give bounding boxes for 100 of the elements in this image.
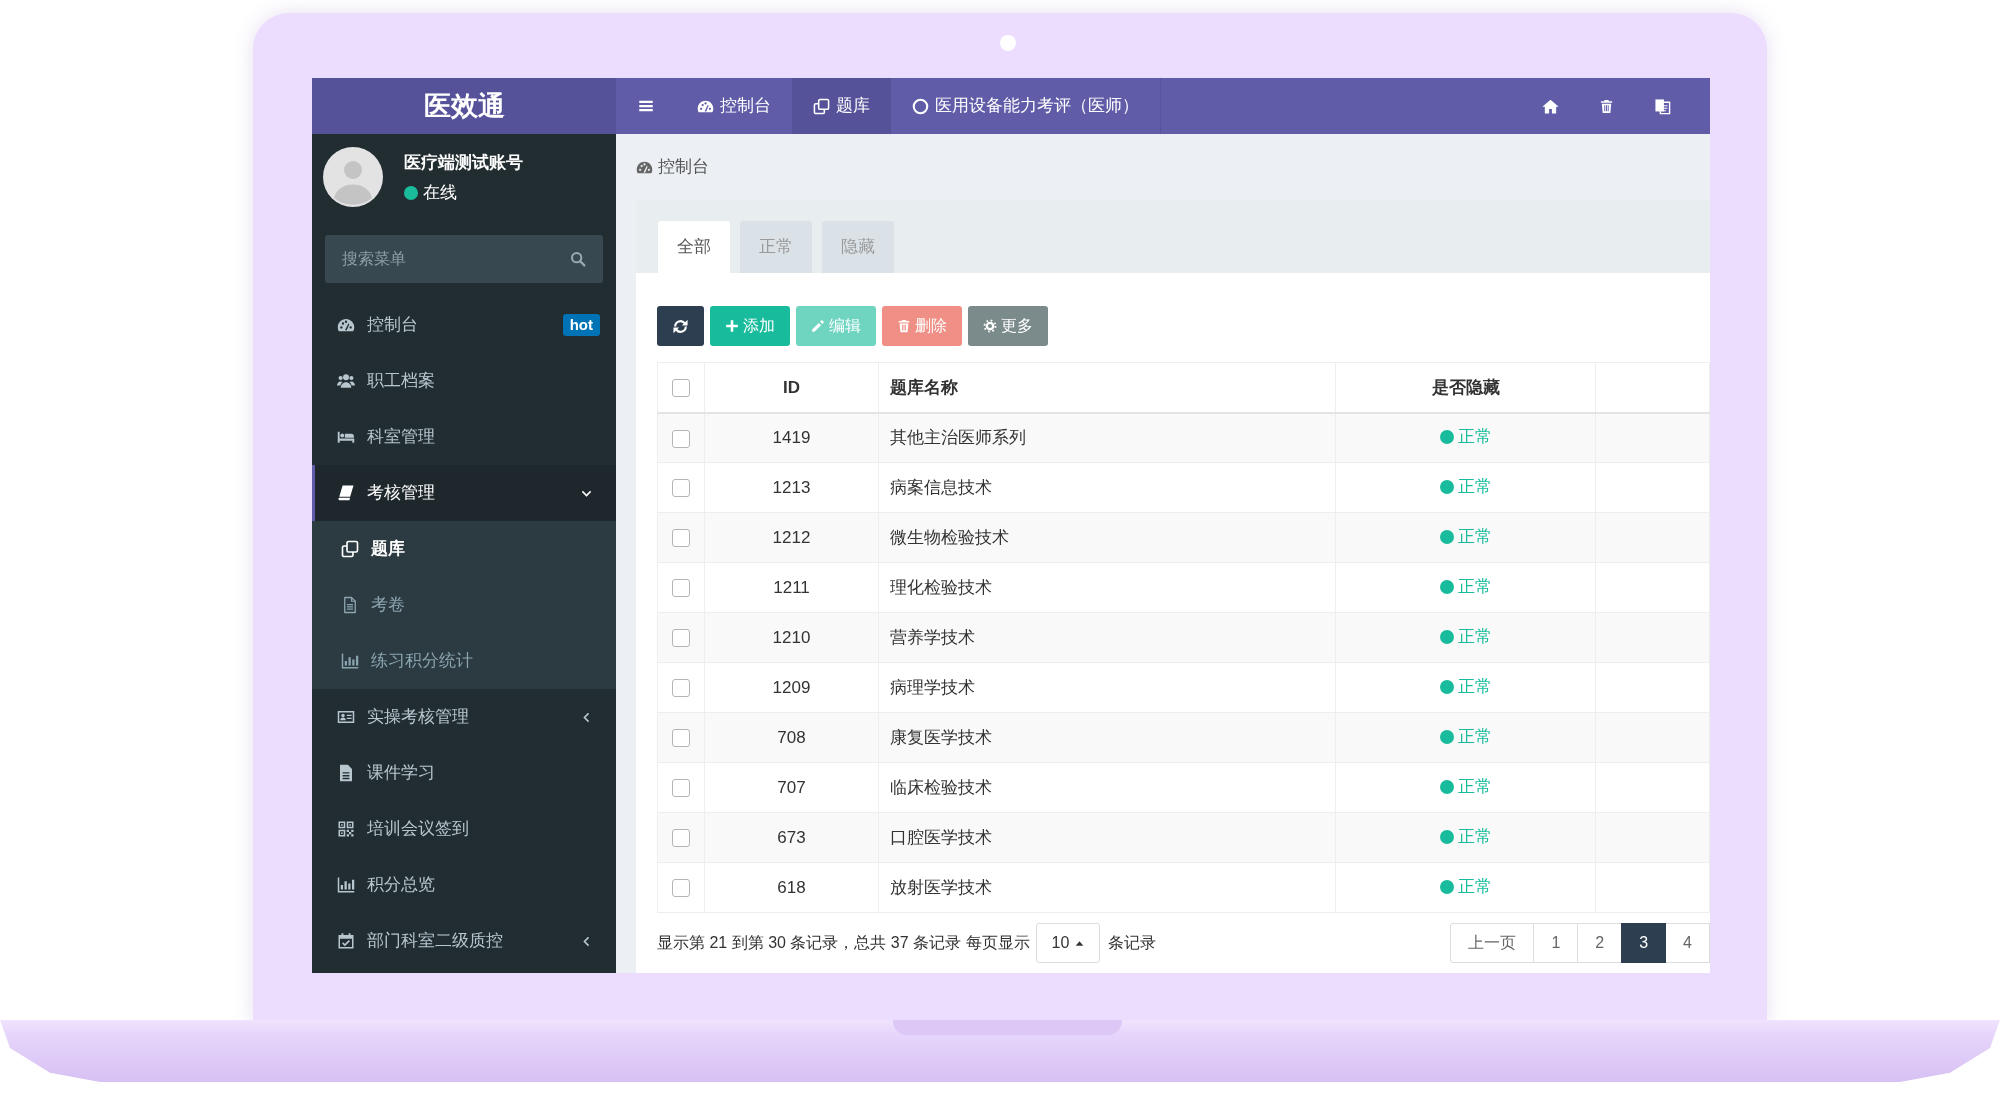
- status-text: 正常: [1457, 475, 1492, 498]
- table-cell: 1210: [704, 612, 879, 663]
- table-cell: 康复医学技术: [878, 712, 1336, 763]
- app-logo[interactable]: 医效通: [312, 78, 616, 134]
- user-status: 在线: [423, 182, 457, 204]
- table-row[interactable]: 1209 病理学技术 正常: [657, 662, 1710, 713]
- status-text: 正常: [1457, 525, 1492, 548]
- table-row[interactable]: 707 临床检验技术 正常: [657, 762, 1710, 813]
- table-cell: 其他主治医师系列: [878, 412, 1336, 463]
- caret-up-icon: [1075, 938, 1085, 948]
- status-text: 正常: [1457, 825, 1492, 848]
- trash-icon: [897, 319, 911, 333]
- sidebar-item[interactable]: 考核管理: [312, 465, 616, 521]
- table-cell: 营养学技术: [878, 612, 1336, 663]
- checkbox[interactable]: [672, 479, 690, 498]
- table-cell: 708: [704, 712, 879, 763]
- checkbox[interactable]: [672, 379, 690, 397]
- circle-icon: [912, 97, 929, 115]
- table-cell: 707: [704, 762, 879, 813]
- trash-icon[interactable]: [1598, 97, 1614, 115]
- checkbox[interactable]: [672, 629, 690, 648]
- page-button[interactable]: 4: [1665, 923, 1710, 963]
- table-row[interactable]: 1211 理化检验技术 正常: [657, 562, 1710, 613]
- status-text: 正常: [1457, 725, 1492, 748]
- page-button[interactable]: 2: [1577, 923, 1623, 963]
- table-row[interactable]: 673 口腔医学技术 正常: [657, 812, 1710, 863]
- user-name: 医疗端测试账号: [404, 152, 523, 174]
- refresh-icon: [672, 317, 689, 335]
- page-size-select[interactable]: 10: [1035, 923, 1101, 963]
- filter-tab[interactable]: 全部: [658, 221, 730, 273]
- qr-code-icon: [337, 820, 355, 838]
- table-cell: 1211: [704, 562, 879, 613]
- checkbox[interactable]: [672, 679, 690, 698]
- records-label: 条记录: [1108, 933, 1157, 953]
- plus-icon: [725, 319, 739, 333]
- bar-chart-icon: [337, 876, 355, 894]
- page-button[interactable]: 3: [1621, 923, 1667, 963]
- table-cell: 病理学技术: [878, 662, 1336, 713]
- status-text: 正常: [1457, 675, 1492, 698]
- avatar-icon: [323, 147, 383, 207]
- checkbox[interactable]: [672, 729, 690, 748]
- search-icon[interactable]: [570, 251, 586, 267]
- table-cell: 618: [704, 862, 879, 913]
- column-header[interactable]: 是否隐藏: [1335, 362, 1596, 413]
- nav-tab[interactable]: 题库: [792, 78, 891, 134]
- id-card-icon: [337, 708, 355, 726]
- record-summary: 显示第 21 到第 30 条记录，总共 37 条记录 每页显示: [657, 933, 1030, 953]
- sidebar-subitem[interactable]: 练习积分统计: [312, 633, 616, 689]
- table-row[interactable]: 1213 病案信息技术 正常: [657, 462, 1710, 513]
- table-cell: 病案信息技术: [878, 462, 1336, 513]
- status-text: 正常: [1457, 775, 1492, 798]
- table-cell: 理化检验技术: [878, 562, 1336, 613]
- table-row[interactable]: 708 康复医学技术 正常: [657, 712, 1710, 763]
- table-cell: 口腔医学技术: [878, 812, 1336, 863]
- checkbox[interactable]: [672, 879, 690, 898]
- checkbox[interactable]: [672, 829, 690, 848]
- checkbox[interactable]: [672, 529, 690, 548]
- checkbox[interactable]: [672, 779, 690, 798]
- table-row[interactable]: 1212 微生物检验技术 正常: [657, 512, 1710, 563]
- table-cell: 临床检验技术: [878, 762, 1336, 813]
- home-icon[interactable]: [1541, 97, 1559, 115]
- table-cell: 放射医学技术: [878, 862, 1336, 913]
- status-text: 正常: [1457, 875, 1492, 898]
- refresh-button[interactable]: [657, 306, 704, 346]
- users-icon: [337, 372, 355, 390]
- table-cell: 1209: [704, 662, 879, 713]
- status-text: 正常: [1457, 625, 1492, 648]
- column-header[interactable]: 题库名称: [878, 362, 1336, 413]
- status-text: 正常: [1457, 575, 1492, 598]
- table-cell: 1212: [704, 512, 879, 563]
- document-icon: [341, 596, 359, 614]
- menu-badge: hot: [562, 314, 600, 336]
- book-icon: [337, 484, 355, 502]
- gauge-icon: [337, 316, 355, 334]
- table-cell: 1213: [704, 462, 879, 513]
- page-button[interactable]: 1: [1533, 923, 1579, 963]
- sidebar-subitem[interactable]: 题库: [312, 521, 616, 577]
- table-cell: 微生物检验技术: [878, 512, 1336, 563]
- gear-icon: [983, 319, 997, 333]
- column-header[interactable]: ID: [704, 362, 879, 413]
- copy-icon: [813, 97, 830, 115]
- bar-chart-icon: [341, 652, 359, 670]
- table-cell: 673: [704, 812, 879, 863]
- sidebar-subitem[interactable]: 考卷: [312, 577, 616, 633]
- pencil-icon: [811, 319, 825, 333]
- checkbox[interactable]: [672, 429, 690, 448]
- breadcrumb-link[interactable]: 控制台: [636, 154, 709, 180]
- two-pages-icon[interactable]: [1653, 97, 1671, 115]
- copy-icon: [341, 540, 359, 558]
- table-row[interactable]: 618 放射医学技术 正常: [657, 862, 1710, 913]
- more-button[interactable]: 更多: [968, 306, 1048, 346]
- status-text: 正常: [1457, 426, 1492, 449]
- search-field[interactable]: 搜索菜单: [325, 235, 603, 283]
- table-row[interactable]: 1210 营养学技术 正常: [657, 612, 1710, 663]
- checkbox[interactable]: [672, 579, 690, 598]
- page-button[interactable]: 上一页: [1450, 923, 1535, 963]
- table-cell: 1419: [704, 412, 879, 463]
- document-icon: [337, 764, 355, 782]
- table-row[interactable]: 1419 其他主治医师系列 正常: [657, 412, 1710, 463]
- calendar-check-icon: [337, 932, 355, 950]
